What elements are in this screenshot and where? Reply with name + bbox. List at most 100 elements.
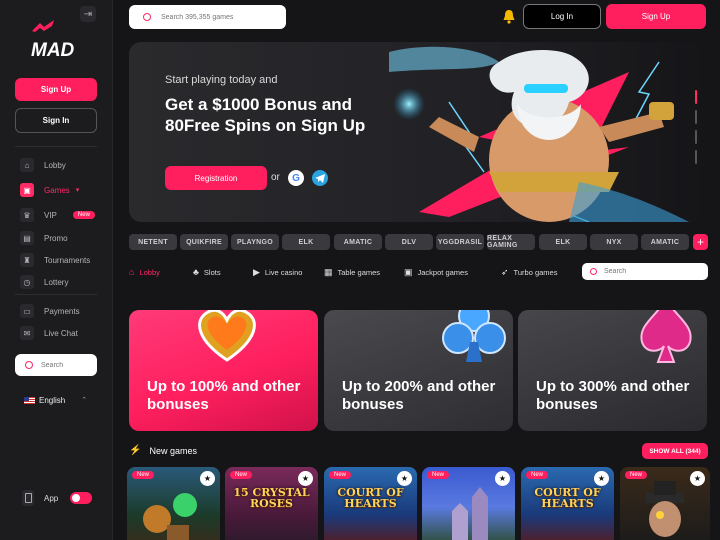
sidebar-signin-button[interactable]: Sign In (15, 108, 97, 133)
zeus-illustration (389, 46, 689, 222)
slide-dot[interactable] (695, 130, 697, 144)
game-search[interactable] (129, 5, 286, 29)
provider-logo[interactable]: ELK (539, 234, 587, 250)
app-label: App (44, 493, 59, 503)
sidebar-item-tournaments[interactable]: ♜ Tournaments (20, 252, 90, 268)
favorite-icon[interactable]: ★ (397, 471, 412, 486)
tab-live-casino[interactable]: ▶ Live casino (253, 264, 302, 280)
bonus-card-300[interactable]: Up to 300% and other bonuses (518, 310, 707, 431)
game-search-input[interactable] (161, 13, 271, 21)
sidebar-item-label: Lottery (44, 277, 69, 287)
bonus-text: Up to 100% and other bonuses (147, 378, 301, 413)
provider-logo[interactable]: ELK (282, 234, 330, 250)
slide-dot[interactable] (695, 150, 697, 164)
tab-label: Live casino (264, 267, 303, 277)
logo[interactable]: MAD (31, 40, 74, 62)
sidebar-item-payments[interactable]: ▭ Payments (20, 303, 80, 319)
provider-logo[interactable]: AMATIC (641, 234, 689, 250)
google-icon[interactable]: G (288, 170, 304, 186)
chevron-down-icon: ▾ (75, 187, 80, 194)
crown-icon: ♛ (20, 208, 34, 222)
category-search-input[interactable] (604, 268, 694, 275)
trophy-icon: ♜ (20, 253, 34, 267)
provider-logo[interactable]: NETENT (129, 234, 177, 250)
sidebar-item-lottery[interactable]: ◷ Lottery (20, 274, 68, 290)
show-all-button[interactable]: SHOW ALL (344) (642, 443, 708, 459)
tab-slots[interactable]: ♣ Slots (193, 264, 221, 280)
sidebar-item-label: Payments (44, 306, 80, 316)
new-badge: New (329, 471, 352, 479)
language-label: English (39, 395, 66, 405)
jackpot-icon: ▣ (404, 266, 413, 277)
sidebar-item-label: Tournaments (44, 255, 91, 265)
new-badge: New (526, 471, 549, 479)
app-toggle[interactable] (70, 492, 93, 504)
wallet-icon: ▭ (20, 304, 34, 318)
chat-icon: ✉ (20, 326, 34, 340)
sidebar: ⇥ MAD Sign Up Sign In ⌂ Lobby ▣ Games ▾ … (0, 0, 113, 540)
provider-logo[interactable]: YGGDRASIL (436, 234, 484, 250)
registration-button[interactable]: Registration (165, 166, 267, 190)
section-title: New games (149, 445, 197, 456)
sidebar-search-input[interactable] (41, 361, 91, 369)
tab-lobby[interactable]: ⌂ Lobby (129, 264, 160, 280)
tab-label: Lobby (139, 267, 160, 277)
sidebar-item-lobby[interactable]: ⌂ Lobby (20, 157, 66, 173)
favorite-icon[interactable]: ★ (495, 471, 510, 486)
provider-logo[interactable]: NYX (590, 234, 638, 250)
slide-dot[interactable] (695, 90, 697, 104)
provider-logo[interactable]: QUIKFIRE (180, 234, 228, 250)
new-badge: New (625, 471, 648, 479)
chevron-up-icon: ⌃ (81, 397, 88, 404)
game-tile[interactable]: New ★ (620, 467, 710, 540)
favorite-icon[interactable]: ★ (298, 471, 313, 486)
game-title: COURT OF HEARTS (337, 486, 404, 510)
new-badge: New (230, 471, 253, 479)
favorite-icon[interactable]: ★ (690, 471, 705, 486)
tab-label: Slots (203, 267, 221, 277)
logo-mark-icon (32, 20, 54, 32)
tab-turbo-games[interactable]: ➶ Turbo games (501, 264, 557, 280)
game-tile[interactable]: New ★ (127, 467, 220, 540)
collapse-sidebar-icon[interactable]: ⇥ (80, 6, 96, 22)
sidebar-item-label: Promo (44, 233, 68, 243)
tab-table-games[interactable]: ▦ Table games (324, 264, 380, 280)
favorite-icon[interactable]: ★ (594, 471, 609, 486)
hero-slider-indicator[interactable] (695, 90, 697, 168)
game-tile[interactable]: COURT OF HEARTS New ★ (324, 467, 417, 540)
sidebar-item-promo[interactable]: ▤ Promo (20, 230, 68, 246)
sidebar-item-live-chat[interactable]: ✉ Live Chat (20, 325, 78, 341)
tab-label: Turbo games (513, 267, 558, 277)
language-selector[interactable]: English ⌃ (24, 394, 87, 406)
provider-logo[interactable]: RELAX GAMING (487, 234, 535, 250)
sidebar-signup-button[interactable]: Sign Up (15, 78, 97, 101)
provider-logo[interactable]: AMATIC (334, 234, 382, 250)
home-icon: ⌂ (129, 267, 135, 277)
bonus-card-200[interactable]: Up to 200% and other bonuses (324, 310, 513, 431)
sidebar-item-vip[interactable]: ♛ VIP New (20, 207, 95, 223)
game-tile[interactable]: New ★ (422, 467, 515, 540)
bonus-card-100[interactable]: Up to 100% and other bonuses (129, 310, 318, 431)
login-button[interactable]: Log In (523, 4, 601, 29)
game-tile[interactable]: 15 CRYSTAL ROSES New ★ (225, 467, 318, 540)
sidebar-search[interactable] (15, 354, 97, 376)
category-search[interactable] (582, 263, 708, 280)
sidebar-item-games[interactable]: ▣ Games ▾ (20, 182, 79, 198)
sidebar-item-label: VIP (44, 210, 57, 220)
sidebar-divider (15, 146, 97, 147)
game-tile[interactable]: COURT OF HEARTS New ★ (521, 467, 614, 540)
hero-or-label: or (271, 172, 280, 183)
slide-dot[interactable] (695, 110, 697, 124)
rocket-icon: ➶ (501, 266, 509, 277)
tab-jackpot-games[interactable]: ▣ Jackpot games (404, 264, 468, 280)
provider-logo[interactable]: PLAYNGO (231, 234, 279, 250)
favorite-icon[interactable]: ★ (200, 471, 215, 486)
signup-button[interactable]: Sign Up (606, 4, 706, 29)
bell-icon[interactable] (501, 8, 517, 24)
club-icon (442, 310, 506, 362)
provider-logo[interactable]: DLV (385, 234, 433, 250)
tab-label: Table games (337, 267, 381, 277)
gift-icon: ▤ (20, 231, 34, 245)
telegram-icon[interactable] (312, 170, 328, 186)
more-providers-button[interactable]: + (693, 234, 708, 250)
